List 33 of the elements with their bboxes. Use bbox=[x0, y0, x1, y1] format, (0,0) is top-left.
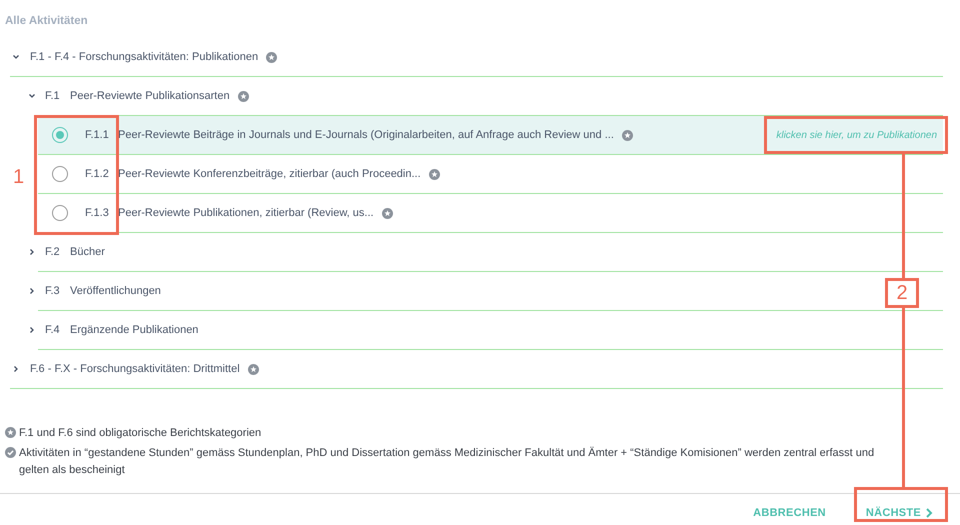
category-label[interactable]: F.6 - F.X - Forschungsaktivitäten: Drittmittel bbox=[30, 360, 240, 378]
chevron-right-icon[interactable] bbox=[12, 365, 20, 373]
category-code: F.2 bbox=[45, 244, 61, 260]
star-icon bbox=[5, 427, 16, 438]
callout-number: 2 bbox=[885, 278, 919, 308]
item-label: Peer-Reviewte Konferenzbeiträge, zitierbar (auch Proceedin... bbox=[118, 166, 421, 182]
chevron-down-icon[interactable] bbox=[28, 92, 36, 100]
item-code: F.1.1 bbox=[85, 128, 110, 143]
radio-button[interactable] bbox=[52, 205, 68, 221]
category-code: F.4 bbox=[45, 322, 61, 338]
chevron-right-icon[interactable] bbox=[28, 326, 36, 334]
callout-number: 1 bbox=[13, 165, 24, 190]
chevron-right-icon bbox=[925, 508, 933, 518]
category-label[interactable]: Ergänzende Publikationen bbox=[70, 322, 198, 338]
item-label: Peer-Reviewte Beiträge in Journals und E-Journals (Originalarbeiten, auf Anfrage auch Review und ... bbox=[118, 128, 614, 143]
chevron-right-icon[interactable] bbox=[28, 287, 36, 295]
item-code: F.1.3 bbox=[85, 206, 110, 221]
category-label[interactable]: Bücher bbox=[70, 244, 105, 260]
category-code: F.3 bbox=[45, 284, 61, 299]
item-code: F.1.2 bbox=[85, 166, 110, 182]
chevron-right-icon[interactable] bbox=[28, 248, 36, 256]
check-badge-icon bbox=[5, 447, 16, 458]
category-label[interactable]: Peer-Reviewte Publikationsarten bbox=[70, 88, 230, 104]
category-code: F.1 bbox=[45, 88, 61, 104]
item-label: Peer-Reviewte Publikationen, zitierbar (Review, us... bbox=[118, 206, 374, 221]
chevron-down-icon[interactable] bbox=[12, 53, 20, 61]
category-label[interactable]: Veröffentlichungen bbox=[70, 282, 161, 300]
category-label[interactable]: F.1 - F.4 - Forschungsaktivitäten: Publikationen bbox=[30, 48, 258, 66]
note-text: Aktivitäten in “gestandene Stunden” gemäss Stundenplan, PhD und Dissertation gemäss Medizinischer Fakultät und Ämter + “Ständige Komisionen” werden zentral erfasst und gelten als bescheinigt bbox=[19, 446, 876, 478]
section-title: Alle Aktivitäten bbox=[4, 14, 89, 29]
radio-button[interactable] bbox=[52, 166, 68, 182]
radio-button[interactable] bbox=[52, 127, 68, 143]
note-text: F.1 und F.6 sind obligatorische Berichtskategorien bbox=[19, 426, 262, 441]
